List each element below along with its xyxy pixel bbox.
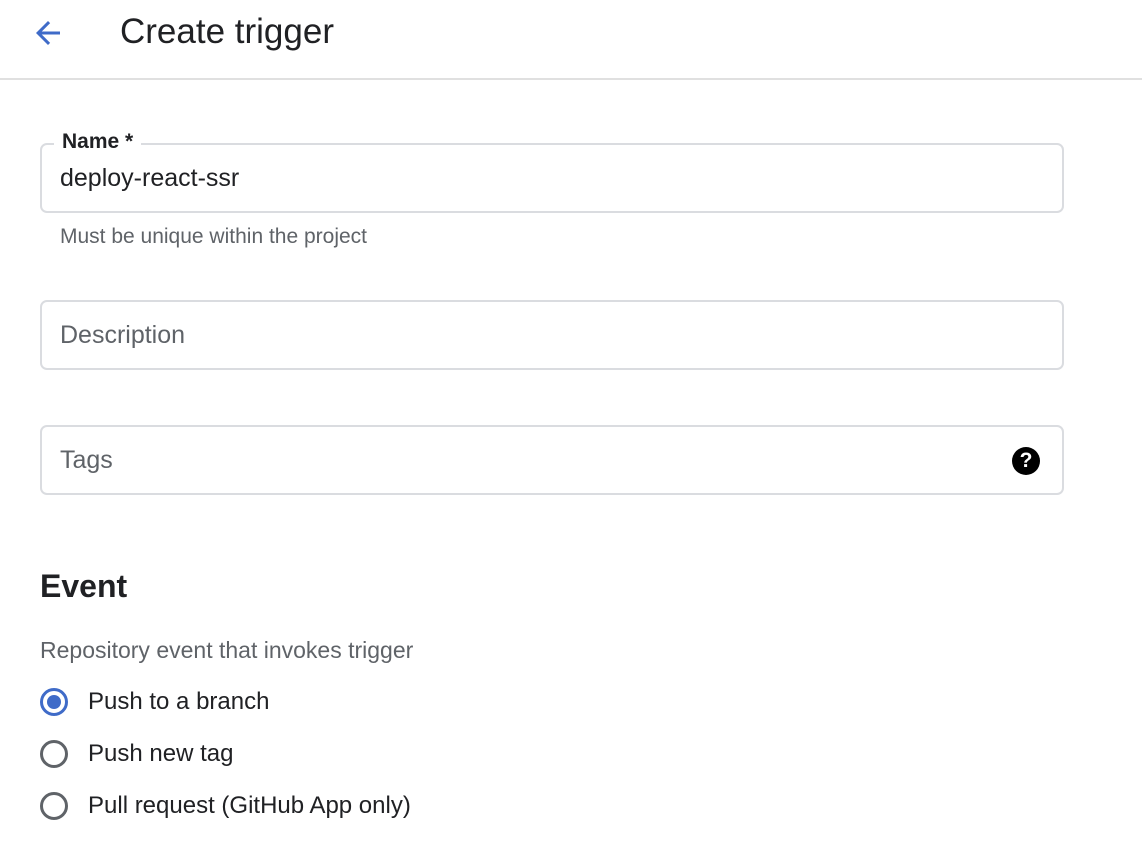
radio-push-new-tag[interactable]: Push new tag [40,737,233,771]
radio-unchecked-icon[interactable] [40,740,68,768]
name-hint: Must be unique within the project [60,225,368,248]
radio-pull-request[interactable]: Pull request (GitHub App only) [40,789,411,823]
description-field[interactable] [40,300,1064,370]
event-section-title: Event [40,568,128,604]
radio-label: Push to a branch [88,688,270,715]
tags-field[interactable]: ? [40,425,1064,495]
description-input[interactable] [60,302,1020,368]
event-section-subtitle: Repository event that invokes trigger [40,637,414,663]
page-title: Create trigger [120,12,334,51]
page-header: Create trigger [0,0,1142,80]
back-button[interactable] [24,12,72,54]
name-input[interactable] [60,145,1020,211]
radio-unchecked-icon[interactable] [40,792,68,820]
help-circle-icon[interactable]: ? [1012,447,1040,475]
radio-label: Push new tag [88,740,234,767]
radio-push-to-branch[interactable]: Push to a branch [40,685,269,719]
arrow-back-icon [36,21,60,45]
radio-checked-icon[interactable] [40,688,68,716]
tags-input[interactable] [60,427,960,493]
radio-label: Pull request (GitHub App only) [88,792,411,819]
name-field[interactable]: Name * [40,128,1064,213]
